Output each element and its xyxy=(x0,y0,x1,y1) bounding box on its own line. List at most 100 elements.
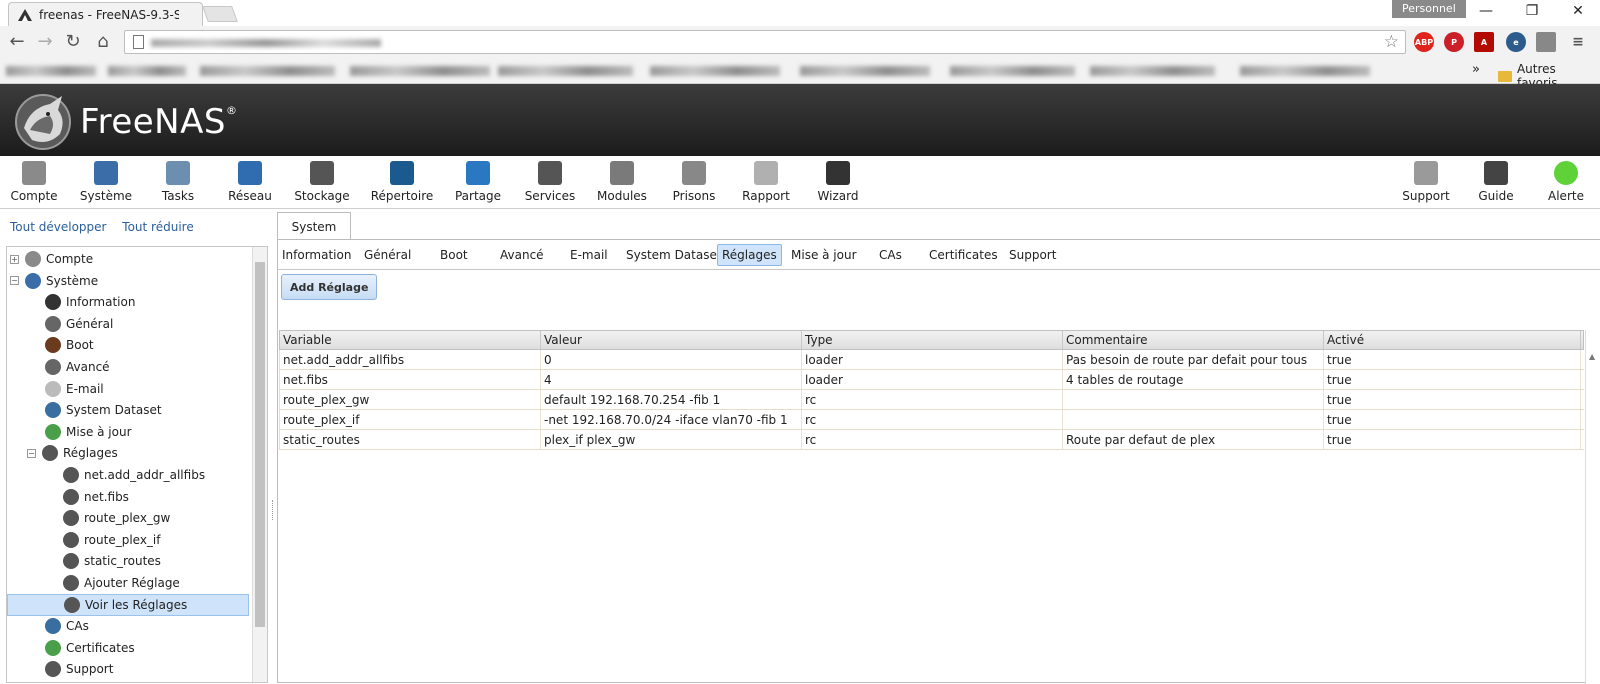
tree-item-compte[interactable]: + Compte xyxy=(10,248,93,270)
nav-wizard[interactable]: Wizard xyxy=(803,156,873,209)
nav-rapport[interactable]: Rapport xyxy=(731,156,801,209)
pdf-icon[interactable]: A xyxy=(1474,32,1494,52)
minimize-icon[interactable]: — xyxy=(1474,3,1498,19)
subtab-support[interactable]: Support xyxy=(1005,244,1060,266)
menu-icon[interactable]: ≡ xyxy=(1568,32,1588,52)
bookmark-item[interactable] xyxy=(1090,66,1215,76)
tree-item-ajouter-reglage[interactable]: Ajouter Réglage xyxy=(63,572,180,594)
tab-system[interactable]: System xyxy=(277,212,351,240)
expand-all-link[interactable]: Tout développer xyxy=(10,220,106,234)
bookmark-item[interactable] xyxy=(108,66,186,76)
tree-item-net-add-addr-allfibs[interactable]: net.add_addr_allfibs xyxy=(63,464,205,486)
tree-item-cas[interactable]: CAs xyxy=(45,615,89,637)
back-icon[interactable]: ← xyxy=(6,31,28,52)
table-row[interactable]: route_plex_if -net 192.168.70.0/24 -iface… xyxy=(279,410,1584,430)
subtab-e-mail[interactable]: E-mail xyxy=(566,244,612,266)
nav-systeme[interactable]: Système xyxy=(71,156,141,209)
tree-item-systeme[interactable]: − Système xyxy=(10,270,98,292)
bookmark-item[interactable] xyxy=(800,66,930,76)
browser-tab[interactable]: freenas - FreeNAS-9.3-STA xyxy=(8,2,203,26)
extension-icon[interactable]: e xyxy=(1506,32,1526,52)
cell-type: loader xyxy=(802,350,1063,369)
subtab-avance[interactable]: Avancé xyxy=(496,244,548,266)
reload-icon[interactable]: ↻ xyxy=(62,31,84,52)
nav-alerte[interactable]: Alerte xyxy=(1531,156,1600,209)
tree-item-reglages[interactable]: − Réglages xyxy=(27,442,118,464)
tree-item-system-dataset[interactable]: System Dataset xyxy=(45,399,162,421)
profile-button[interactable]: Personnel xyxy=(1392,0,1466,18)
table-row[interactable]: static_routes plex_if plex_gw rc Route par … xyxy=(279,430,1584,450)
bookmark-item[interactable] xyxy=(200,66,335,76)
subtab-reglages[interactable]: Réglages xyxy=(717,244,782,266)
bookmark-star-icon[interactable]: ☆ xyxy=(1384,32,1399,52)
cast-icon[interactable] xyxy=(1536,32,1556,52)
tree-item-label: net.fibs xyxy=(84,489,129,504)
tree-item-avance[interactable]: Avancé xyxy=(45,356,110,378)
tree-item-static-routes[interactable]: static_routes xyxy=(63,550,161,572)
address-bar[interactable]: ☆ xyxy=(124,30,1406,54)
subtab-boot[interactable]: Boot xyxy=(436,244,472,266)
tree-item-net-fibs[interactable]: net.fibs xyxy=(63,486,129,508)
subtab-general[interactable]: Général xyxy=(360,244,415,266)
tree-item-support[interactable]: Support xyxy=(45,658,113,680)
column-header-type[interactable]: Type xyxy=(802,331,1063,349)
nav-repertoire[interactable]: Répertoire xyxy=(367,156,437,209)
bookmark-item[interactable] xyxy=(6,66,96,76)
expand-icon[interactable]: + xyxy=(10,254,19,264)
tree-item-certificates[interactable]: Certificates xyxy=(45,637,135,659)
nav-reseau[interactable]: Réseau xyxy=(215,156,285,209)
bookmark-item[interactable] xyxy=(498,66,633,76)
column-header-valeur[interactable]: Valeur xyxy=(541,331,802,349)
nav-services[interactable]: Services xyxy=(515,156,585,209)
bookmark-item[interactable] xyxy=(350,66,490,76)
nav-stockage[interactable]: Stockage xyxy=(287,156,357,209)
tree-item-general[interactable]: Général xyxy=(45,313,113,335)
table-row[interactable]: route_plex_gw default 192.168.70.254 -fib… xyxy=(279,390,1584,410)
add-reglage-button[interactable]: Add Réglage xyxy=(281,274,378,300)
tree-item-voir-les-reglages[interactable]: Voir les Réglages xyxy=(7,593,249,616)
nav-prisons[interactable]: Prisons xyxy=(659,156,729,209)
nav-support[interactable]: Support xyxy=(1391,156,1461,209)
nav-tasks[interactable]: Tasks xyxy=(143,156,213,209)
subtab-mise-a-jour[interactable]: Mise à jour xyxy=(787,244,861,266)
tree-scrollbar[interactable] xyxy=(252,247,267,682)
subtab-system-dataset[interactable]: System Dataset xyxy=(622,244,726,266)
subtab-certificates[interactable]: Certificates xyxy=(925,244,1002,266)
close-icon[interactable]: ✕ xyxy=(1566,3,1590,19)
certificates-icon xyxy=(45,639,61,656)
bookmark-item[interactable] xyxy=(650,66,780,76)
collapse-icon[interactable]: − xyxy=(10,276,19,286)
maximize-icon[interactable]: ❐ xyxy=(1520,3,1544,19)
bookmarks-overflow-icon[interactable]: » xyxy=(1472,62,1480,77)
collapse-icon[interactable]: − xyxy=(27,448,36,458)
tree-item-route-plex-gw[interactable]: route_plex_gw xyxy=(63,507,170,529)
tree-scrollbar-thumb[interactable] xyxy=(255,262,265,627)
subtab-cas[interactable]: CAs xyxy=(875,244,906,266)
subtab-information[interactable]: Information xyxy=(278,244,355,266)
tree-item-e-mail[interactable]: E-mail xyxy=(45,378,104,400)
scroll-up-icon[interactable]: ▲ xyxy=(1589,352,1595,361)
nav-compte[interactable]: Compte xyxy=(0,156,69,209)
tree-item-route-plex-if[interactable]: route_plex_if xyxy=(63,529,161,551)
tree-item-information[interactable]: Information xyxy=(45,291,135,313)
new-tab-button[interactable] xyxy=(202,6,238,22)
column-header-variable[interactable]: Variable xyxy=(280,331,541,349)
bookmark-item[interactable] xyxy=(1240,66,1370,76)
tree-item-mise-a-jour[interactable]: Mise à jour xyxy=(45,421,132,443)
column-header-commentaire[interactable]: Commentaire xyxy=(1063,331,1324,349)
table-scrollbar[interactable]: ▲ xyxy=(1585,330,1600,684)
table-row[interactable]: net.fibs 4 loader 4 tables de routage true xyxy=(279,370,1584,390)
nav-partage[interactable]: Partage xyxy=(443,156,513,209)
pane-splitter[interactable] xyxy=(272,500,274,520)
bookmark-item[interactable] xyxy=(950,66,1075,76)
nav-guide[interactable]: Guide xyxy=(1461,156,1531,209)
table-row[interactable]: net.add_addr_allfibs 0 loader Pas besoin de… xyxy=(279,350,1584,370)
forward-icon[interactable]: → xyxy=(34,31,56,52)
nav-modules[interactable]: Modules xyxy=(587,156,657,209)
tree-item-boot[interactable]: Boot xyxy=(45,334,94,356)
collapse-all-link[interactable]: Tout réduire xyxy=(122,220,193,234)
column-header-active[interactable]: Activé xyxy=(1324,331,1581,349)
adblock-icon[interactable]: ABP xyxy=(1414,32,1434,52)
home-icon[interactable]: ⌂ xyxy=(92,31,114,52)
pinterest-icon[interactable]: P xyxy=(1444,32,1464,52)
